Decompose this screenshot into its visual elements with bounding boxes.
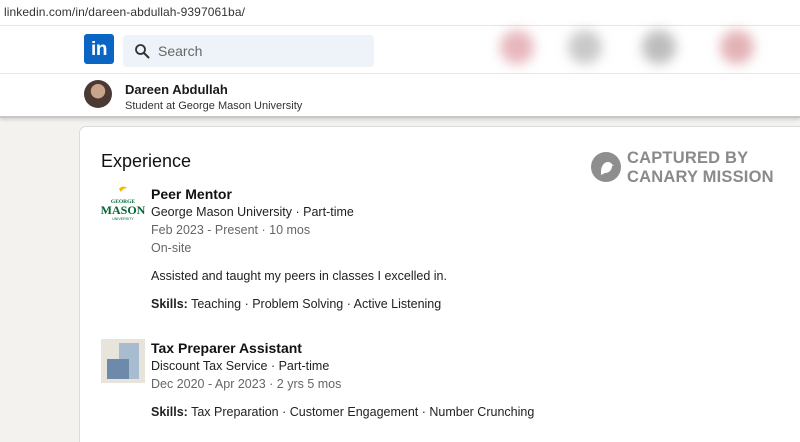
svg-text:MASON: MASON bbox=[101, 203, 145, 217]
experience-section: Experience CAPTURED BY CANARY MISSION GE… bbox=[79, 126, 800, 442]
top-navigation: in Search bbox=[0, 26, 800, 74]
job-title[interactable]: Peer Mentor bbox=[151, 185, 771, 203]
linkedin-logo-icon[interactable]: in bbox=[84, 34, 114, 64]
profile-name: Dareen Abdullah bbox=[125, 82, 228, 97]
nav-icon-blurred[interactable] bbox=[642, 30, 676, 64]
company-placeholder-logo[interactable] bbox=[101, 339, 145, 383]
george-mason-logo[interactable]: GEORGE MASON UNIVERSITY bbox=[101, 185, 146, 229]
avatar[interactable] bbox=[84, 80, 112, 108]
section-title: Experience bbox=[101, 151, 192, 171]
url-text[interactable]: linkedin.com/in/dareen-abdullah-9397061b… bbox=[4, 5, 245, 19]
job-description: Assisted and taught my peers in classes … bbox=[151, 269, 447, 283]
search-icon bbox=[135, 44, 150, 59]
job-company: George Mason University · Part-time bbox=[151, 205, 354, 219]
nav-icon-blurred[interactable] bbox=[720, 30, 754, 64]
job-company: Discount Tax Service · Part-time bbox=[151, 359, 330, 373]
job-skills: Skills: Teaching · Problem Solving · Act… bbox=[151, 297, 442, 311]
canary-mission-watermark: CAPTURED BY CANARY MISSION bbox=[591, 149, 800, 187]
watermark-text: CAPTURED BY CANARY MISSION bbox=[627, 149, 774, 186]
search-placeholder: Search bbox=[158, 43, 203, 59]
browser-address-bar[interactable]: linkedin.com/in/dareen-abdullah-9397061b… bbox=[0, 0, 800, 26]
job-dates: Feb 2023 - Present · 10 mos bbox=[151, 223, 311, 237]
canary-bird-icon bbox=[591, 152, 621, 182]
job-location: On-site bbox=[151, 241, 192, 255]
profile-sticky-header: Dareen Abdullah Student at George Mason … bbox=[0, 74, 800, 118]
nav-icon-blurred[interactable] bbox=[500, 30, 534, 64]
job-title[interactable]: Tax Preparer Assistant bbox=[151, 339, 771, 357]
search-box[interactable]: Search bbox=[123, 35, 374, 67]
nav-icon-blurred[interactable] bbox=[568, 30, 602, 64]
svg-text:UNIVERSITY: UNIVERSITY bbox=[112, 217, 134, 221]
job-skills: Skills: Tax Preparation · Customer Engag… bbox=[151, 405, 535, 419]
profile-tagline: Student at George Mason University bbox=[125, 100, 303, 112]
job-dates: Dec 2020 - Apr 2023 · 2 yrs 5 mos bbox=[151, 377, 342, 391]
